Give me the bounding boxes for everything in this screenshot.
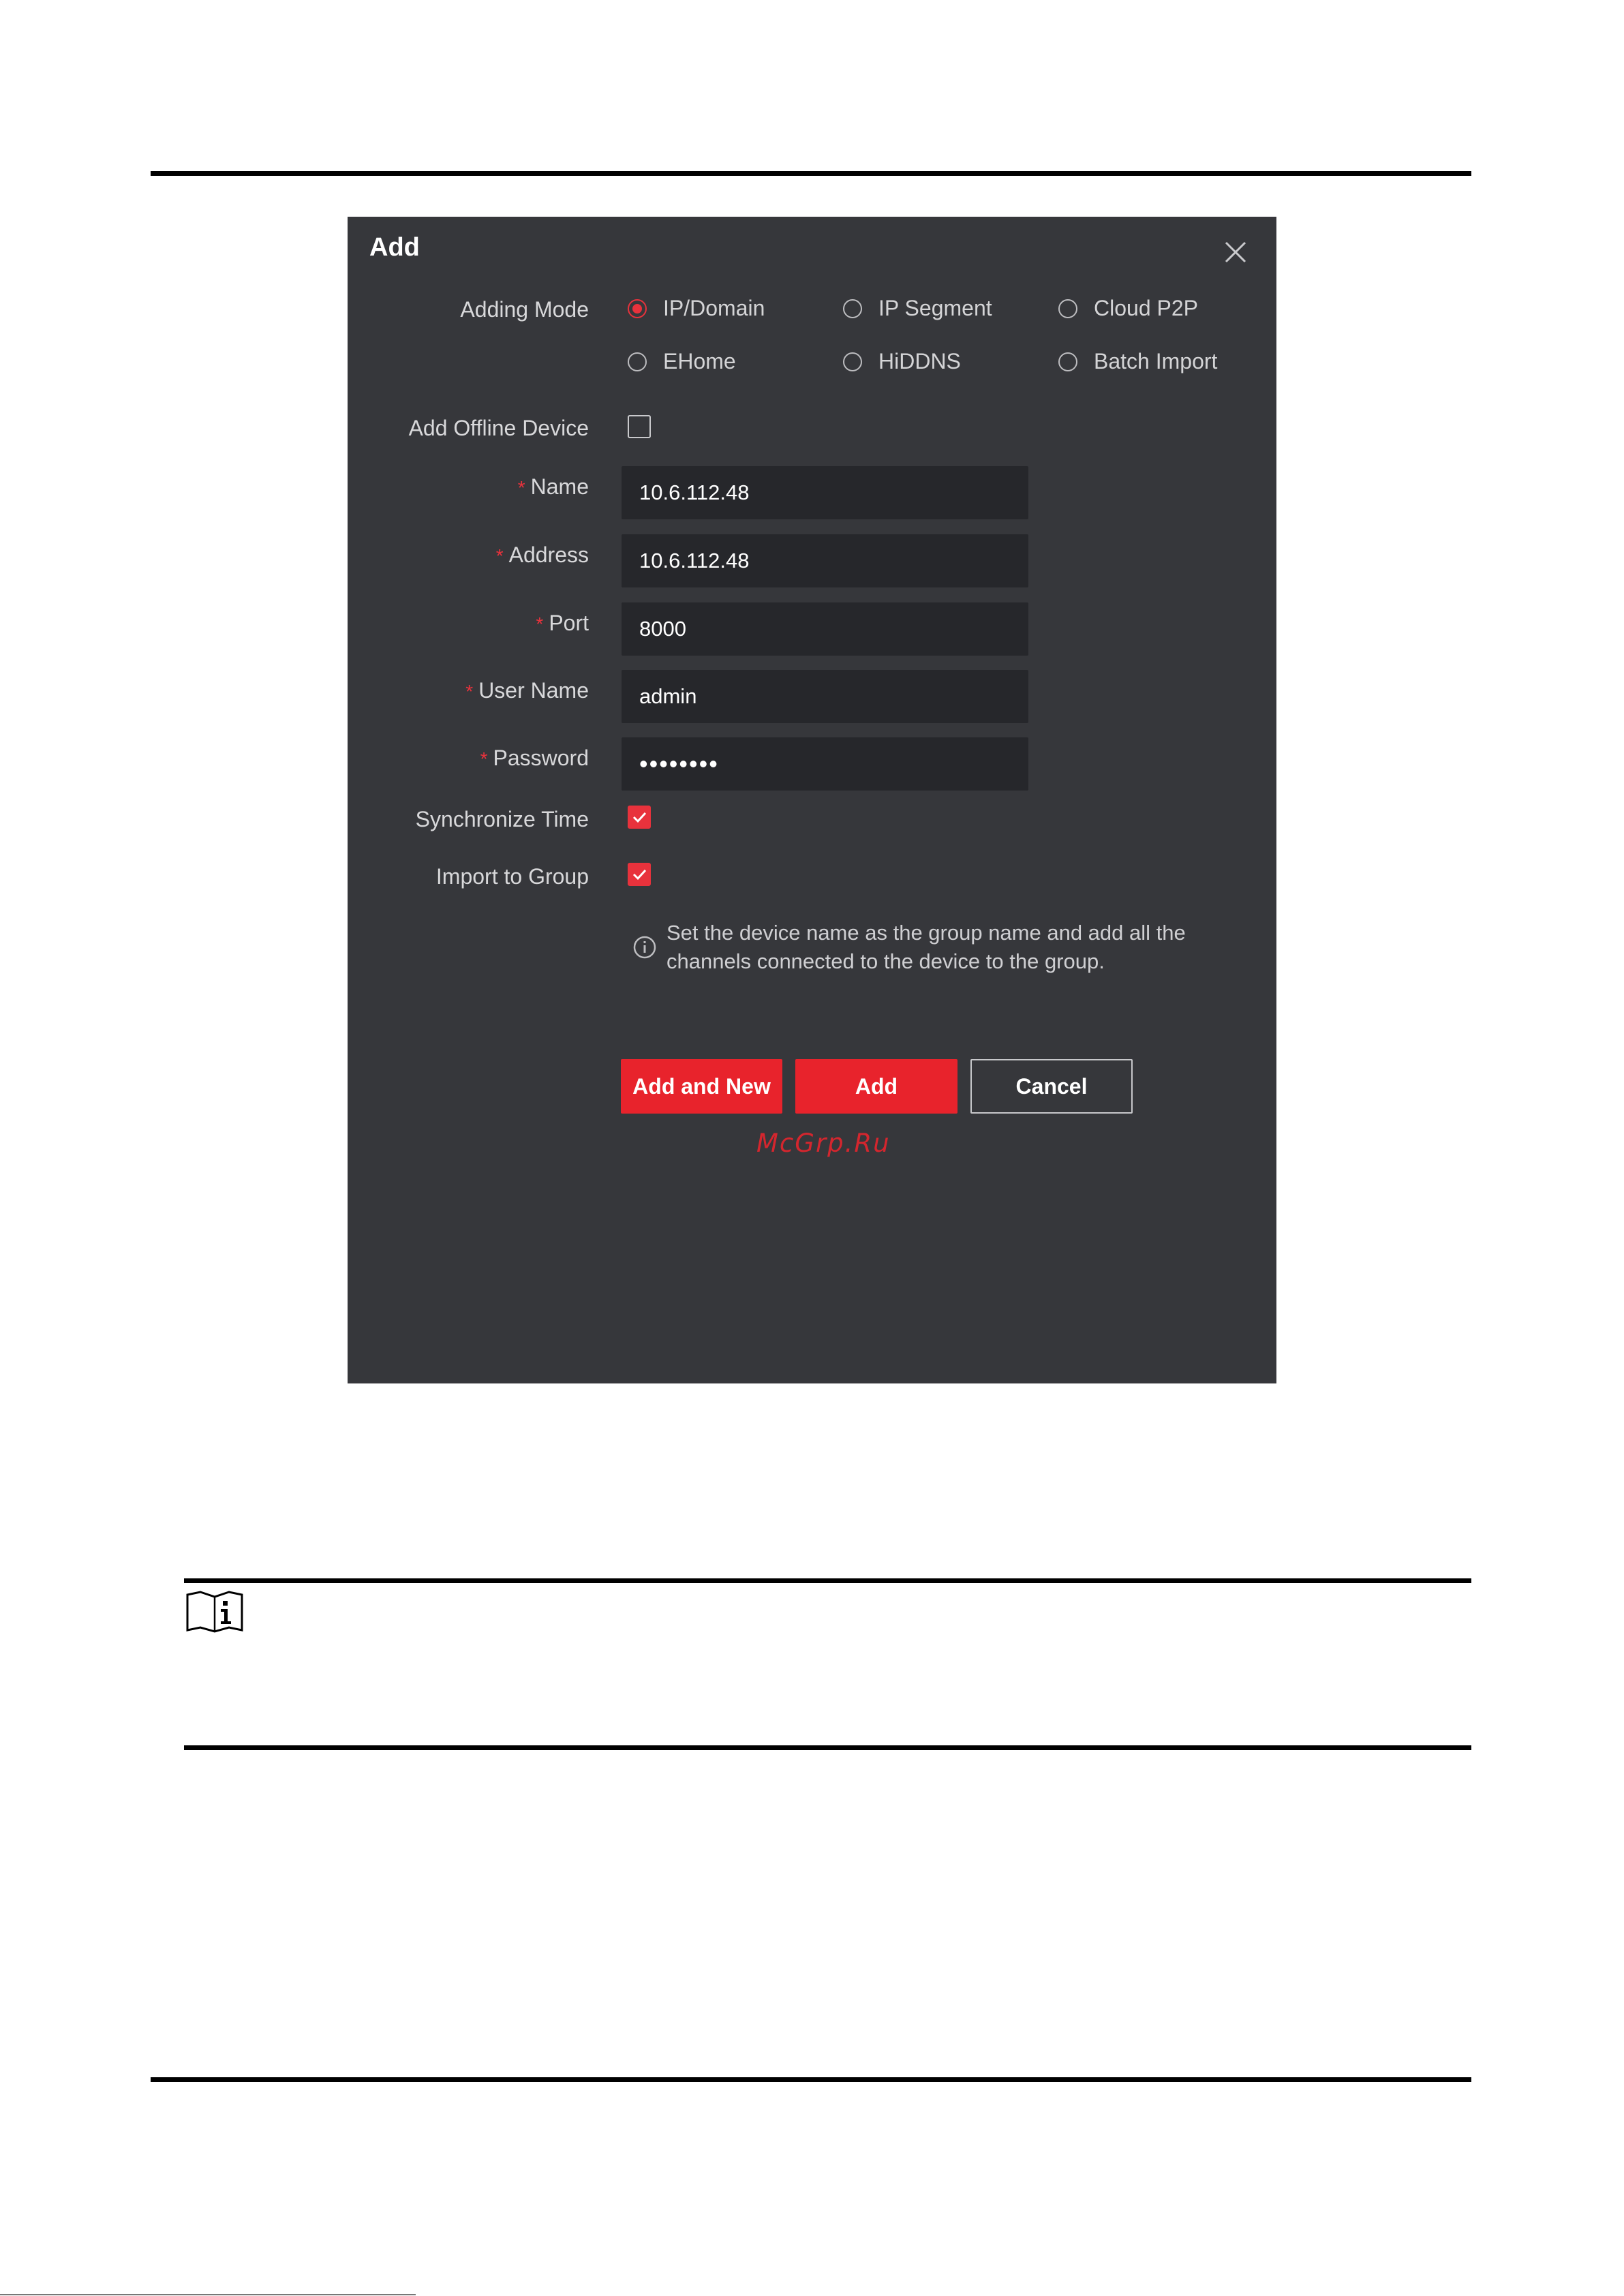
footer-hairline (0, 2294, 416, 2295)
password-label-text: Password (493, 746, 589, 770)
name-label: * Name (518, 473, 589, 502)
import-to-group-label: Import to Group (435, 864, 589, 889)
radio-cloud-p2p[interactable]: Cloud P2P (1058, 296, 1198, 321)
hint-line-1: Set the device name as the group name an… (667, 921, 1186, 945)
cancel-button[interactable]: Cancel (970, 1059, 1133, 1114)
radio-label: Cloud P2P (1094, 296, 1198, 320)
user-name-field[interactable] (622, 670, 1028, 723)
name-label-text: Name (530, 474, 589, 499)
import-to-group-checkbox[interactable] (628, 863, 651, 886)
radio-label: HiDDNS (878, 349, 961, 373)
hint-line-2: channels connected to the device to the … (667, 949, 1105, 973)
radio-label: IP/Domain (663, 296, 765, 320)
import-to-group-hint: Set the device name as the group name an… (632, 919, 1232, 976)
adding-mode-label: Adding Mode (460, 297, 589, 322)
add-offline-device-checkbox[interactable] (628, 415, 651, 438)
required-mark: * (480, 748, 488, 769)
add-button[interactable]: Add (795, 1059, 957, 1114)
note-bottom-rule (184, 1745, 1471, 1750)
required-mark: * (517, 477, 525, 498)
radio-circle (843, 299, 862, 318)
radio-ip-domain[interactable]: IP/Domain (628, 296, 765, 321)
add-offline-device-label: Add Offline Device (408, 416, 589, 440)
address-label: * Address (496, 541, 589, 570)
user-name-label: * User Name (465, 677, 589, 705)
password-field[interactable] (622, 737, 1028, 791)
radio-circle (628, 299, 647, 318)
address-field[interactable] (622, 534, 1028, 587)
add-and-new-button[interactable]: Add and New (621, 1059, 782, 1114)
radio-label: EHome (663, 349, 736, 373)
add-device-dialog: Add Adding Mode IP/Domain IP Segment Clo… (348, 217, 1276, 1383)
watermark: McGrp.Ru (756, 1129, 891, 1158)
note-top-rule (184, 1578, 1471, 1583)
radio-label: Batch Import (1094, 349, 1218, 373)
info-icon (632, 935, 657, 960)
port-field[interactable] (622, 602, 1028, 656)
radio-batch-import[interactable]: Batch Import (1058, 349, 1217, 374)
radio-ip-segment[interactable]: IP Segment (843, 296, 992, 321)
top-rule (151, 171, 1471, 176)
port-label: * Port (536, 609, 589, 638)
password-label: * Password (480, 744, 589, 773)
required-mark: * (465, 681, 474, 702)
dialog-title: Add (369, 233, 420, 262)
radio-ehome[interactable]: EHome (628, 349, 736, 374)
name-field[interactable] (622, 466, 1028, 519)
synchronize-time-label: Synchronize Time (415, 807, 589, 831)
radio-label: IP Segment (878, 296, 992, 320)
required-mark: * (536, 613, 544, 634)
required-mark: * (495, 545, 504, 566)
radio-circle (1058, 352, 1077, 371)
radio-circle (628, 352, 647, 371)
radio-circle (843, 352, 862, 371)
footer-rule (151, 2077, 1471, 2082)
user-name-label-text: User Name (478, 678, 589, 703)
close-icon[interactable] (1222, 239, 1249, 266)
synchronize-time-checkbox[interactable] (628, 806, 651, 829)
note-book-icon (185, 1591, 244, 1633)
radio-circle (1058, 299, 1077, 318)
address-label-text: Address (508, 542, 589, 567)
hint-text: Set the device name as the group name an… (667, 919, 1186, 976)
port-label-text: Port (549, 611, 589, 635)
check-icon (632, 812, 647, 823)
check-icon (632, 869, 647, 881)
radio-hiddns[interactable]: HiDDNS (843, 349, 961, 374)
